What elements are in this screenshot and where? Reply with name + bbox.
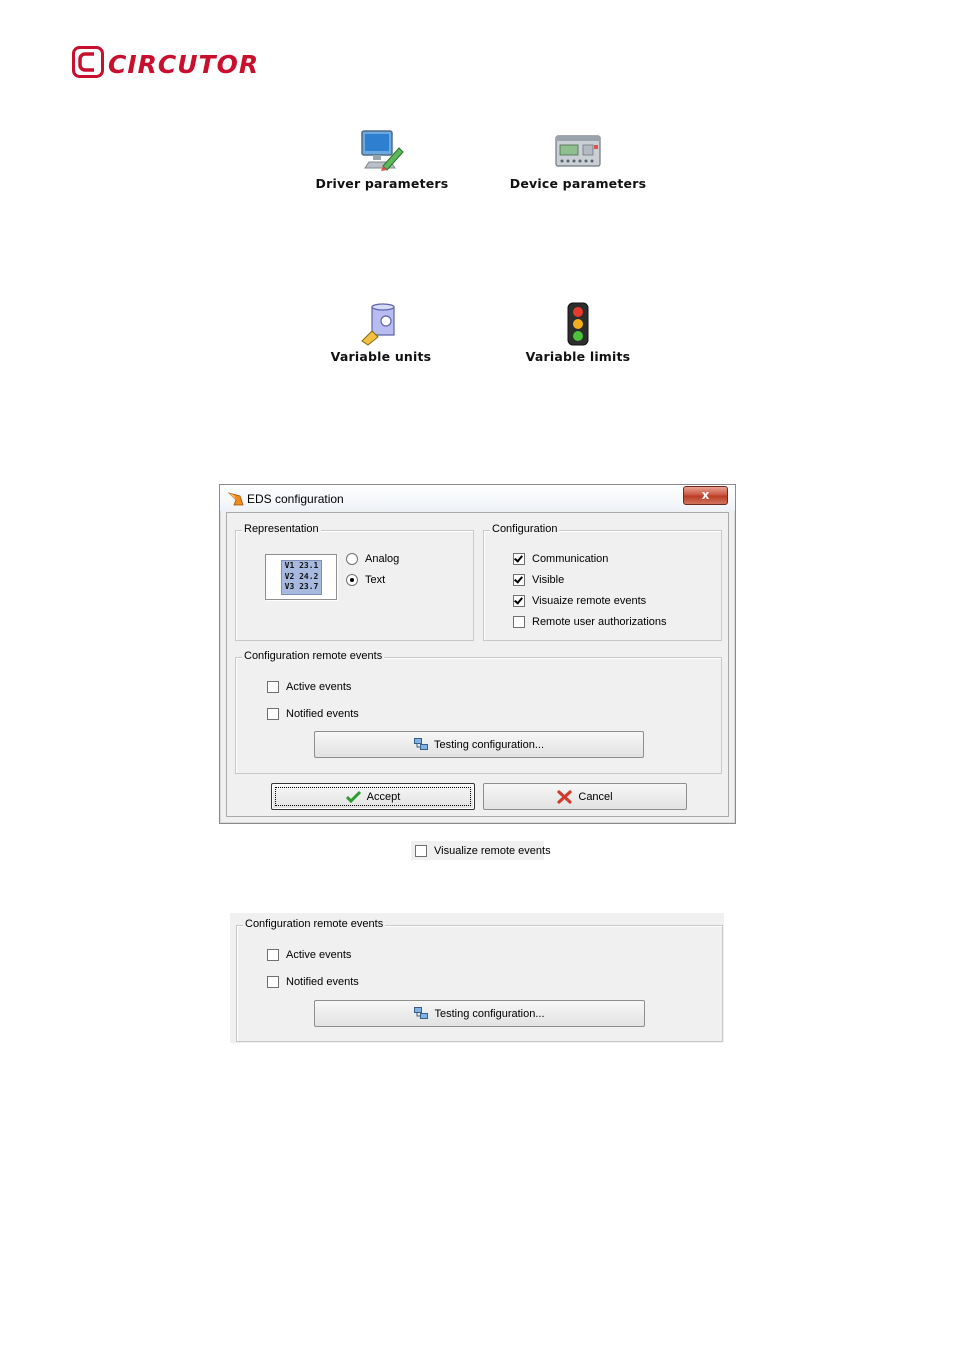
standalone-remote-events-title: Configuration remote events xyxy=(243,918,386,930)
testing-configuration-button[interactable]: Testing configuration... xyxy=(314,731,644,758)
cancel-label: Cancel xyxy=(578,790,613,803)
logo-text: CIRCUTOR xyxy=(108,50,260,79)
standalone-testing-configuration-button[interactable]: Testing configuration... xyxy=(314,1000,645,1027)
notified-events-checkbox[interactable]: Notified events xyxy=(267,708,359,720)
network-computers-icon xyxy=(414,1007,429,1020)
monitor-pencil-icon xyxy=(302,128,462,174)
standalone-remote-events-panel: Configuration remote events Active event… xyxy=(230,913,724,1043)
representation-group: Representation V1 23.1 V2 24.2 V3 23.7 A… xyxy=(235,523,474,641)
standalone-active-events-box[interactable] xyxy=(267,949,279,961)
representation-title: Representation xyxy=(242,523,321,535)
visualize-remote-events-box[interactable] xyxy=(513,595,525,607)
remote-events-group: Configuration remote events Active event… xyxy=(235,650,722,774)
device-meter-icon xyxy=(498,128,658,174)
notified-events-box[interactable] xyxy=(267,708,279,720)
driver-parameters-tile[interactable]: Driver parameters xyxy=(302,128,462,191)
preview-line: V1 23.1 xyxy=(284,561,319,570)
variable-units-label: Variable units xyxy=(330,349,432,364)
device-parameters-label: Device parameters xyxy=(509,176,647,191)
text-preview: V1 23.1 V2 24.2 V3 23.7 xyxy=(265,554,337,600)
remote-user-authorizations-label: Remote user authorizations xyxy=(532,616,667,628)
accept-focus-ring xyxy=(275,787,471,806)
units-cylinder-icon xyxy=(301,301,461,347)
visible-checkbox[interactable]: Visible xyxy=(513,574,564,586)
standalone-notified-events-checkbox[interactable]: Notified events xyxy=(267,976,359,988)
remote-user-authorizations-checkbox[interactable]: Remote user authorizations xyxy=(513,616,667,628)
standalone-notified-events-box[interactable] xyxy=(267,976,279,988)
active-events-checkbox[interactable]: Active events xyxy=(267,681,351,693)
circutor-logo-icon xyxy=(72,46,104,83)
text-radio-label: Text xyxy=(365,574,386,586)
visualize-remote-events-label: Visuaize remote events xyxy=(532,595,647,607)
standalone-active-events-checkbox[interactable]: Active events xyxy=(267,949,351,961)
standalone-visualize-checkbox-panel: Visualize remote events xyxy=(411,841,551,860)
dialog-close-button[interactable]: x xyxy=(683,486,728,505)
standalone-notified-events-label: Notified events xyxy=(286,976,359,988)
cancel-x-icon xyxy=(557,789,572,804)
active-events-label: Active events xyxy=(286,681,352,693)
remote-events-title: Configuration remote events xyxy=(242,650,385,662)
communication-label: Communication xyxy=(532,553,609,565)
visible-checkbox-box[interactable] xyxy=(513,574,525,586)
circutor-logo: CIRCUTOR xyxy=(72,46,259,83)
network-computers-icon xyxy=(413,738,428,751)
configuration-title: Configuration xyxy=(490,523,560,535)
testing-configuration-label: Testing configuration... xyxy=(433,738,545,751)
text-preview-display: V1 23.1 V2 24.2 V3 23.7 xyxy=(281,560,322,595)
traffic-light-icon xyxy=(498,301,658,347)
cancel-button[interactable]: Cancel xyxy=(483,783,687,810)
text-radio[interactable]: Text xyxy=(346,574,385,586)
text-radio-button[interactable] xyxy=(346,574,358,586)
visualize-remote-events-standalone[interactable]: Visualize remote events xyxy=(415,845,551,857)
standalone-active-events-label: Active events xyxy=(286,949,352,961)
standalone-testing-configuration-label: Testing configuration... xyxy=(434,1007,545,1020)
variable-units-tile[interactable]: Variable units xyxy=(301,301,461,364)
visualize-remote-events-standalone-box[interactable] xyxy=(415,845,427,857)
preview-line: V2 24.2 xyxy=(284,571,319,581)
visualize-remote-events-checkbox[interactable]: Visuaize remote events xyxy=(513,595,646,607)
variable-limits-tile[interactable]: Variable limits xyxy=(498,301,658,364)
notified-events-label: Notified events xyxy=(286,708,359,720)
active-events-box[interactable] xyxy=(267,681,279,693)
communication-checkbox[interactable]: Communication xyxy=(513,553,608,565)
dialog-title: EDS configuration xyxy=(247,492,344,506)
analog-radio-label: Analog xyxy=(365,553,400,565)
dialog-body: Representation V1 23.1 V2 24.2 V3 23.7 A… xyxy=(226,512,729,817)
configuration-group: Configuration Communication Visible Visu… xyxy=(483,523,722,641)
variable-limits-label: Variable limits xyxy=(525,349,631,364)
dialog-titlebar: EDS configuration x xyxy=(220,485,735,511)
visible-label: Visible xyxy=(532,574,565,586)
accept-button[interactable]: Accept xyxy=(271,783,475,810)
device-parameters-tile[interactable]: Device parameters xyxy=(498,128,658,191)
analog-radio-button[interactable] xyxy=(346,553,358,565)
driver-parameters-label: Driver parameters xyxy=(315,176,449,191)
eds-app-icon xyxy=(227,491,244,511)
analog-radio[interactable]: Analog xyxy=(346,553,399,565)
remote-user-authorizations-box[interactable] xyxy=(513,616,525,628)
preview-line: V3 23.7 xyxy=(284,582,319,591)
eds-configuration-dialog: EDS configuration x Representation V1 23… xyxy=(219,484,736,824)
standalone-remote-events-group: Configuration remote events Active event… xyxy=(236,918,723,1042)
visualize-remote-events-standalone-label: Visualize remote events xyxy=(434,845,551,857)
communication-checkbox-box[interactable] xyxy=(513,553,525,565)
